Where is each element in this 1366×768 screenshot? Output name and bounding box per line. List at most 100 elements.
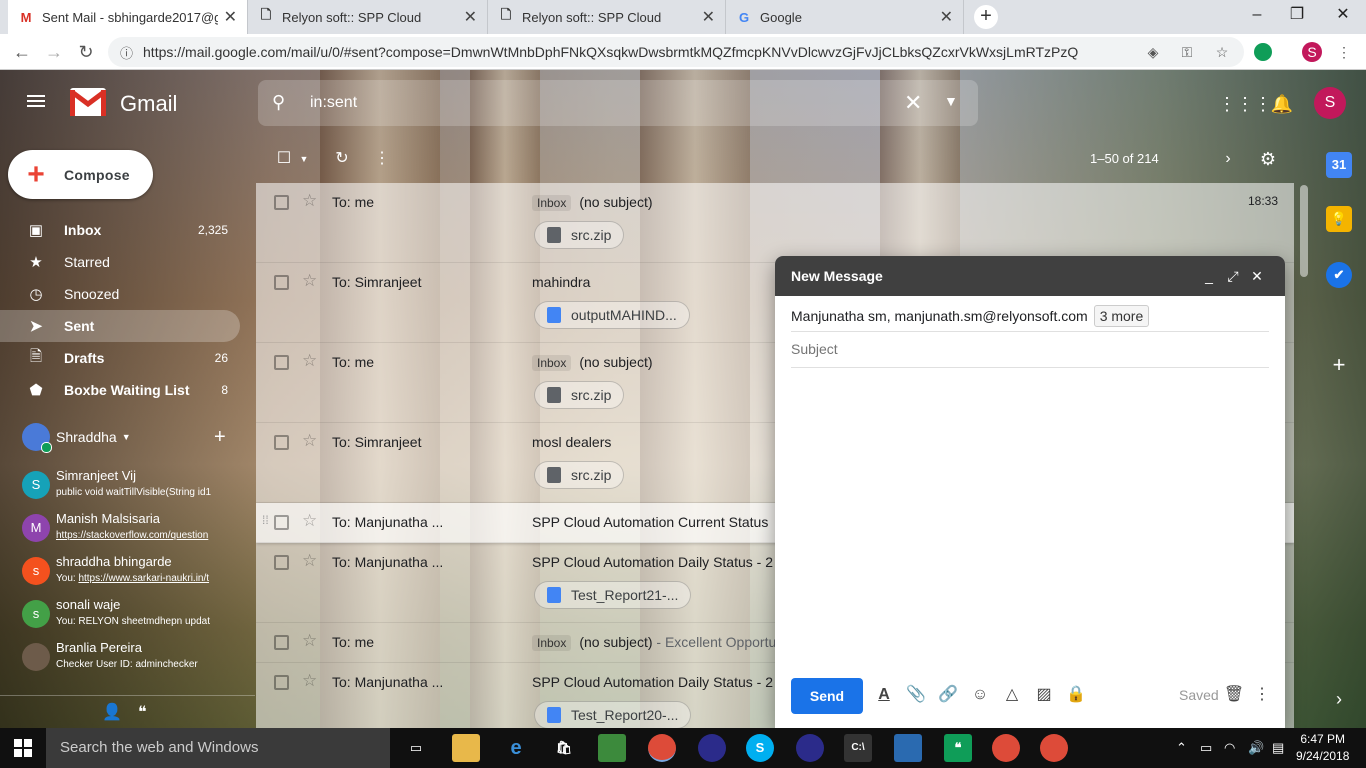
tab-relyon-2[interactable]: 🗋 Relyon soft:: SPP Cloud ✕ — [488, 0, 726, 34]
wifi-icon[interactable]: ◠ — [1224, 740, 1235, 756]
file-explorer-icon[interactable] — [452, 734, 480, 762]
back-icon[interactable]: ← — [10, 40, 34, 64]
more-vert-icon[interactable]: ⋮ — [1334, 42, 1354, 62]
row-checkbox[interactable] — [274, 635, 289, 650]
calendar-icon[interactable]: 31 — [1326, 152, 1352, 178]
attachment-chip[interactable]: Test_Report21-... — [534, 581, 692, 609]
new-conversation-icon[interactable]: + — [214, 426, 226, 449]
next-page-icon[interactable]: › — [1216, 148, 1240, 172]
forward-icon[interactable]: → — [42, 40, 66, 64]
hangouts-user[interactable]: Shraddha ▼ — [22, 422, 131, 453]
extension-icon[interactable] — [1254, 43, 1272, 61]
select-chevron-down-icon[interactable]: ▼ — [292, 148, 316, 172]
search-icon[interactable]: ⚲ — [272, 92, 285, 113]
get-addons-icon[interactable]: + — [1326, 352, 1352, 378]
search-options-icon[interactable]: ▼ — [944, 93, 958, 109]
info-icon[interactable]: ⓘ — [120, 43, 133, 62]
row-checkbox[interactable] — [274, 675, 289, 690]
attachment-chip[interactable]: outputMAHIND... — [534, 301, 690, 329]
star-icon[interactable]: ☆ — [302, 631, 317, 651]
eclipse-icon[interactable] — [698, 734, 726, 762]
reload-icon[interactable]: ↻ — [74, 40, 98, 64]
compose-button[interactable]: + Compose — [8, 150, 153, 199]
keep-icon[interactable]: 💡 — [1326, 206, 1352, 232]
table-row[interactable]: ☆ To: me Inbox (no subject) 18:33 src.zip — [256, 183, 1294, 263]
store-icon[interactable]: 🛍 — [550, 734, 578, 762]
settings-gear-icon[interactable]: ⚙ — [1256, 148, 1280, 172]
row-checkbox[interactable] — [274, 515, 289, 530]
mail-list-scrollbar[interactable] — [1298, 183, 1310, 728]
star-icon[interactable]: ☆ — [302, 351, 317, 371]
tab-relyon-1[interactable]: 🗋 Relyon soft:: SPP Cloud ✕ — [248, 0, 488, 34]
system-clock[interactable]: 6:47 PM 9/24/2018 — [1296, 731, 1349, 765]
tab-google[interactable]: G Google ✕ — [726, 0, 964, 34]
profile-avatar[interactable]: S — [1302, 42, 1322, 62]
fullscreen-icon[interactable]: ⤢ — [1221, 268, 1245, 285]
row-checkbox[interactable] — [274, 435, 289, 450]
star-icon[interactable]: ☆ — [302, 191, 317, 211]
command-prompt-icon[interactable]: C:\ — [844, 734, 872, 762]
sidebar-item-snoozed[interactable]: ◷ Snoozed — [0, 278, 240, 310]
main-menu-icon[interactable] — [24, 92, 48, 116]
star-icon[interactable]: ☆ — [302, 551, 317, 571]
row-checkbox[interactable] — [274, 195, 289, 210]
bookmark-star-icon[interactable]: ☆ — [1212, 42, 1232, 62]
windows-start-icon[interactable] — [14, 739, 32, 757]
compose-header[interactable]: New Message _ ⤢ ✕ — [775, 256, 1285, 296]
close-tab-icon[interactable]: ✕ — [464, 7, 477, 27]
action-center-icon[interactable]: ▤ — [1272, 740, 1284, 756]
tab-sent-mail[interactable]: M Sent Mail - sbhingarde2017@gm ✕ — [8, 0, 248, 34]
insert-photo-icon[interactable]: ▨ — [1033, 684, 1055, 706]
attachment-chip[interactable]: src.zip — [534, 461, 625, 489]
sidebar-item-sent[interactable]: ➤ Sent — [0, 310, 240, 342]
close-tab-icon[interactable]: ✕ — [940, 7, 953, 27]
more-recipients-chip[interactable]: 3 more — [1093, 304, 1150, 327]
sidebar-item-drafts[interactable]: 🗎 Drafts 26 — [0, 342, 240, 374]
attachment-chip[interactable]: src.zip — [534, 221, 625, 249]
attachment-chip[interactable]: Test_Report20-... — [534, 701, 692, 728]
minimize-compose-icon[interactable]: _ — [1197, 268, 1221, 284]
volume-icon[interactable]: 🔊 — [1248, 740, 1264, 756]
close-window-icon[interactable]: ✕ — [1320, 0, 1366, 34]
notepad-icon[interactable] — [598, 734, 626, 762]
refresh-icon[interactable]: ↻ — [330, 148, 354, 172]
contact-item[interactable]: M Manish Malsisaria https://stackoverflo… — [22, 511, 230, 553]
skype-icon[interactable]: S — [746, 734, 774, 762]
confidential-mode-icon[interactable]: 🔒 — [1065, 684, 1087, 706]
drag-handle-icon[interactable]: ⁞⁞ — [262, 513, 269, 527]
close-compose-icon[interactable]: ✕ — [1245, 268, 1269, 285]
contact-item[interactable]: s sonali waje You: RELYON sheetmdhepn up… — [22, 597, 230, 639]
expand-panel-icon[interactable]: › — [1326, 686, 1352, 712]
contacts-icon[interactable]: 👤 — [102, 702, 122, 722]
omnibox[interactable]: ⓘ https://mail.google.com/mail/u/0/#sent… — [108, 37, 1244, 67]
insert-link-icon[interactable]: 🔗 — [937, 684, 959, 706]
contact-link[interactable]: https://stackoverflow.com/question — [56, 530, 208, 541]
scrollbar-thumb[interactable] — [1300, 185, 1308, 277]
maximize-icon[interactable]: ❐ — [1274, 0, 1320, 34]
star-icon[interactable]: ☆ — [302, 431, 317, 451]
account-avatar[interactable]: S — [1314, 87, 1346, 119]
discard-draft-icon[interactable]: 🗑 — [1223, 684, 1245, 706]
key-icon[interactable]: ⚿ — [1177, 42, 1197, 62]
close-tab-icon[interactable]: ✕ — [702, 7, 715, 27]
google-drive-icon[interactable]: △ — [1001, 684, 1023, 706]
hangouts-icon[interactable]: ❝ — [138, 702, 147, 722]
send-button[interactable]: Send — [791, 678, 863, 714]
formatting-icon[interactable]: A — [873, 684, 895, 706]
attachment-chip[interactable]: src.zip — [534, 381, 625, 409]
apps-grid-icon[interactable]: ⋮⋮⋮ — [1218, 88, 1272, 120]
tray-chevron-up-icon[interactable]: ⌃ — [1176, 740, 1187, 756]
contact-item[interactable]: Branlia Pereira Checker User ID: adminch… — [22, 640, 230, 682]
more-vert-icon[interactable]: ⋮ — [370, 148, 394, 172]
edge-browser-icon[interactable]: e — [502, 734, 530, 762]
chrome-icon[interactable] — [648, 734, 676, 762]
subject-field[interactable]: Subject — [791, 336, 1269, 368]
attach-file-icon[interactable]: 📎 — [905, 684, 927, 706]
network-app-icon[interactable] — [894, 734, 922, 762]
star-icon[interactable]: ☆ — [302, 511, 317, 531]
task-view-icon[interactable]: ▭ — [402, 734, 430, 762]
row-checkbox[interactable] — [274, 275, 289, 290]
star-icon[interactable]: ☆ — [302, 671, 317, 691]
contact-link[interactable]: https://www.sarkari-naukri.in/t — [78, 573, 209, 584]
contact-item[interactable]: s shraddha bhingarde You: https://www.sa… — [22, 554, 230, 596]
